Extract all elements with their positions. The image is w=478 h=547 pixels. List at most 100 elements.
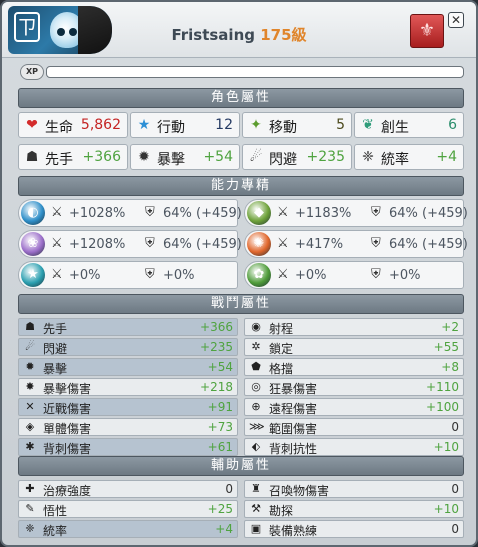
stat-value: +10 (433, 502, 459, 516)
support-stat-row[interactable]: ♜ 召喚物傷害 0 (244, 480, 464, 498)
combat-stat-row[interactable]: ✕ 近戰傷害 +91 (18, 398, 238, 416)
combat-stat-row[interactable]: ⬟ 格擋 +8 (244, 358, 464, 376)
section-character-header[interactable]: 角色屬性 (18, 88, 464, 108)
stat-label: 先手 (43, 322, 68, 336)
support-stat-row[interactable]: ⚒ 勘探 +10 (244, 500, 464, 518)
combat-stat-row[interactable]: ✹ 暴擊 +54 (18, 358, 238, 376)
mastery-cell[interactable]: ❀ ⚔ +1208% ⛨ 64% (+459) (18, 230, 242, 258)
ranged-icon: ⊕ (251, 400, 261, 413)
lock-icon: ✲ (251, 340, 261, 353)
combat-stat-row[interactable]: ◈ 單體傷害 +73 (18, 418, 238, 436)
mastery-resist: 64% (+459) (389, 237, 468, 252)
window-header: ㄗ Fristsaing 175級 ⚜ ✕ (2, 2, 476, 58)
stat-label: 治療強度 (43, 484, 92, 498)
sword-icon: ⚔ (51, 236, 63, 251)
stat-value: +8 (441, 360, 459, 374)
attribute-cell[interactable]: ☗ 先手 +366 (18, 144, 128, 170)
attribute-cell[interactable]: ❤ 生命 5,862 (18, 112, 128, 138)
area-icon: ⋙ (249, 420, 265, 433)
block-icon: ⬟ (251, 360, 261, 373)
critical-icon: ✹ (25, 360, 35, 373)
shield-icon: ⛨ (371, 267, 381, 282)
single-target-icon: ◈ (25, 420, 35, 433)
initiative-icon: ☗ (25, 320, 35, 333)
crest-icon[interactable]: ⚜ (410, 14, 444, 48)
fire-icon: ✺ (247, 232, 271, 256)
stat-label: 遠程傷害 (269, 402, 318, 416)
mastery-resist: +0% (163, 268, 195, 283)
stat-value: +54 (207, 360, 233, 374)
sword-icon: ⚔ (51, 205, 63, 220)
mastery-cell[interactable]: ◆ ⚔ +1183% ⛨ 64% (+459) (244, 199, 468, 227)
attribute-label: 暴擊 (157, 152, 185, 168)
attribute-cell[interactable]: ✦ 移動 5 (242, 112, 352, 138)
combat-stat-row[interactable]: ◎ 狂暴傷害 +110 (244, 378, 464, 396)
stat-label: 狂暴傷害 (269, 382, 318, 396)
stat-value: +10 (433, 440, 459, 454)
dodge-icon: ☄ (249, 149, 263, 165)
mastery-resist: +0% (389, 268, 421, 283)
combat-stat-row[interactable]: ◉ 射程 +2 (244, 318, 464, 336)
combat-stat-row[interactable]: ☄ 閃避 +235 (18, 338, 238, 356)
attribute-cell[interactable]: ☄ 閃避 +235 (242, 144, 352, 170)
stat-label: 暴擊 (43, 362, 68, 376)
combat-stat-row[interactable]: ✲ 鎖定 +55 (244, 338, 464, 356)
combat-stat-row[interactable]: ✸ 暴擊傷害 +218 (18, 378, 238, 396)
stat-value: 0 (451, 522, 459, 536)
stat-value: +55 (433, 340, 459, 354)
attribute-cell[interactable]: ★ 行動 12 (130, 112, 240, 138)
support-stat-row[interactable]: ❈ 統率 +4 (18, 520, 238, 538)
xp-track (46, 66, 464, 78)
backstab-resist-icon: ⬖ (251, 440, 261, 453)
combat-stat-row[interactable]: ✱ 背刺傷害 +61 (18, 438, 238, 456)
support-stat-row[interactable]: ✎ 悟性 +25 (18, 500, 238, 518)
section-mastery-header[interactable]: 能力專精 (18, 176, 464, 196)
mastery-cell[interactable]: ✿ ⚔ +0% ⛨ +0% (244, 261, 464, 289)
wings-icon: ❦ (362, 117, 374, 133)
combat-stat-row[interactable]: ⬖ 背刺抗性 +10 (244, 438, 464, 456)
stat-value: +73 (207, 420, 233, 434)
dodge-icon: ☄ (25, 340, 35, 353)
attribute-cell[interactable]: ❦ 創生 6 (354, 112, 464, 138)
character-level: 175級 (260, 26, 307, 44)
stat-label: 勘探 (269, 504, 294, 518)
berserk-icon: ◎ (251, 380, 261, 393)
crit-damage-icon: ✸ (25, 380, 35, 393)
attribute-value: +366 (82, 149, 121, 165)
attribute-cell[interactable]: ❈ 統率 +4 (354, 144, 464, 170)
sword-icon: ⚔ (277, 205, 289, 220)
mastery-cell[interactable]: ◐ ⚔ +1028% ⛨ 64% (+459) (18, 199, 242, 227)
character-sheet-window: ㄗ Fristsaing 175級 ⚜ ✕ XP 角色屬性 ❤ 生命 5,862 ★ 行… (0, 0, 478, 547)
combat-stat-row[interactable]: ⊕ 遠程傷害 +100 (244, 398, 464, 416)
stat-value: +235 (200, 340, 233, 354)
paw-icon: ❈ (25, 522, 35, 535)
mastery-cell[interactable]: ★ ⚔ +0% ⛨ +0% (18, 261, 238, 289)
mastery-cell[interactable]: ✺ ⚔ +417% ⛨ 64% (+459) (244, 230, 468, 258)
xp-badge: XP (20, 64, 44, 80)
combat-stat-row[interactable]: ☗ 先手 +366 (18, 318, 238, 336)
section-combat-header[interactable]: 戰鬥屬性 (18, 294, 464, 314)
stat-value: +110 (426, 380, 459, 394)
stat-label: 近戰傷害 (43, 402, 92, 416)
combat-stat-row[interactable]: ⋙ 範圍傷害 0 (244, 418, 464, 436)
attribute-cell[interactable]: ✹ 暴擊 +54 (130, 144, 240, 170)
paw-icon: ❈ (362, 149, 374, 165)
light-icon: ✿ (247, 263, 271, 287)
close-button[interactable]: ✕ (448, 12, 464, 28)
stat-value: +100 (426, 400, 459, 414)
section-support-header[interactable]: 輔助屬性 (18, 456, 464, 476)
support-stat-row[interactable]: ✚ 治療強度 0 (18, 480, 238, 498)
star-icon: ★ (137, 117, 151, 133)
boot-icon: ✦ (250, 117, 262, 133)
attribute-label: 創生 (381, 120, 409, 136)
summon-icon: ♜ (251, 482, 261, 495)
stat-label: 召喚物傷害 (269, 484, 330, 498)
stat-label: 統率 (43, 524, 68, 538)
stat-value: +2 (441, 320, 459, 334)
stat-label: 背刺傷害 (43, 442, 92, 456)
stat-value: 0 (451, 420, 459, 434)
mastery-damage: +417% (295, 237, 344, 252)
shield-icon: ⛨ (371, 236, 381, 251)
stat-value: +25 (207, 502, 233, 516)
support-stat-row[interactable]: ▣ 裝備熟練 0 (244, 520, 464, 538)
